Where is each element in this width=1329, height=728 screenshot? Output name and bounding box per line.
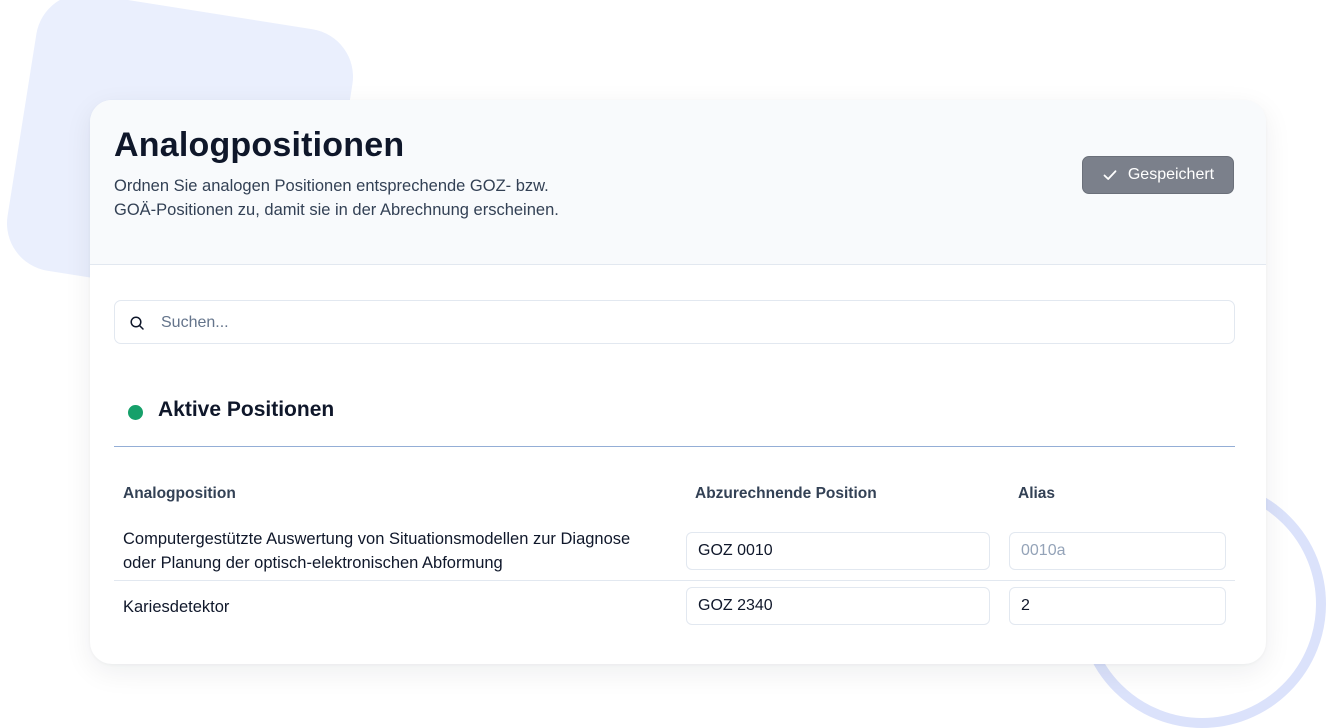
card-header: Analogpositionen Ordnen Sie analogen Pos… — [90, 100, 1266, 265]
page-description-line-2: GOÄ-Positionen zu, damit sie in der Abre… — [114, 201, 559, 219]
position-input[interactable] — [686, 587, 990, 625]
alias-input[interactable] — [1009, 587, 1226, 625]
check-icon — [1102, 167, 1118, 183]
description-line-2: oder Planung der optisch-elektronischen … — [123, 554, 503, 572]
position-input[interactable] — [686, 532, 990, 570]
page-description: Ordnen Sie analogen Positionen entsprech… — [114, 174, 674, 222]
alias-input[interactable] — [1009, 532, 1226, 570]
saved-button[interactable]: Gespeichert — [1082, 156, 1234, 194]
analog-positions-card: Analogpositionen Ordnen Sie analogen Pos… — [90, 100, 1266, 664]
search-box[interactable] — [114, 300, 1235, 345]
saved-button-label: Gespeichert — [1127, 166, 1215, 183]
page-description-line-1: Ordnen Sie analogen Positionen entsprech… — [114, 177, 549, 195]
section-title: Aktive Positionen — [158, 398, 335, 421]
analogposition-description: Computergestützte Auswertung von Situati… — [123, 527, 683, 575]
analogposition-description: Kariesdetektor — [123, 598, 230, 616]
column-header-alias: Alias — [1018, 485, 1056, 502]
active-status-dot — [128, 405, 143, 420]
column-header-analogposition: Analogposition — [123, 485, 236, 502]
description-line-1: Computergestützte Auswertung von Situati… — [123, 530, 631, 548]
page-title: Analogpositionen — [114, 126, 405, 164]
table-row: Kariesdetektor — [114, 581, 1235, 635]
search-icon — [129, 315, 145, 331]
table-row: Computergestützte Auswertung von Situati… — [114, 524, 1235, 581]
column-header-abzurechnende-position: Abzurechnende Position — [695, 485, 877, 502]
search-input[interactable] — [159, 301, 1223, 345]
section-header-active-positions: Aktive Positionen — [114, 390, 1235, 447]
